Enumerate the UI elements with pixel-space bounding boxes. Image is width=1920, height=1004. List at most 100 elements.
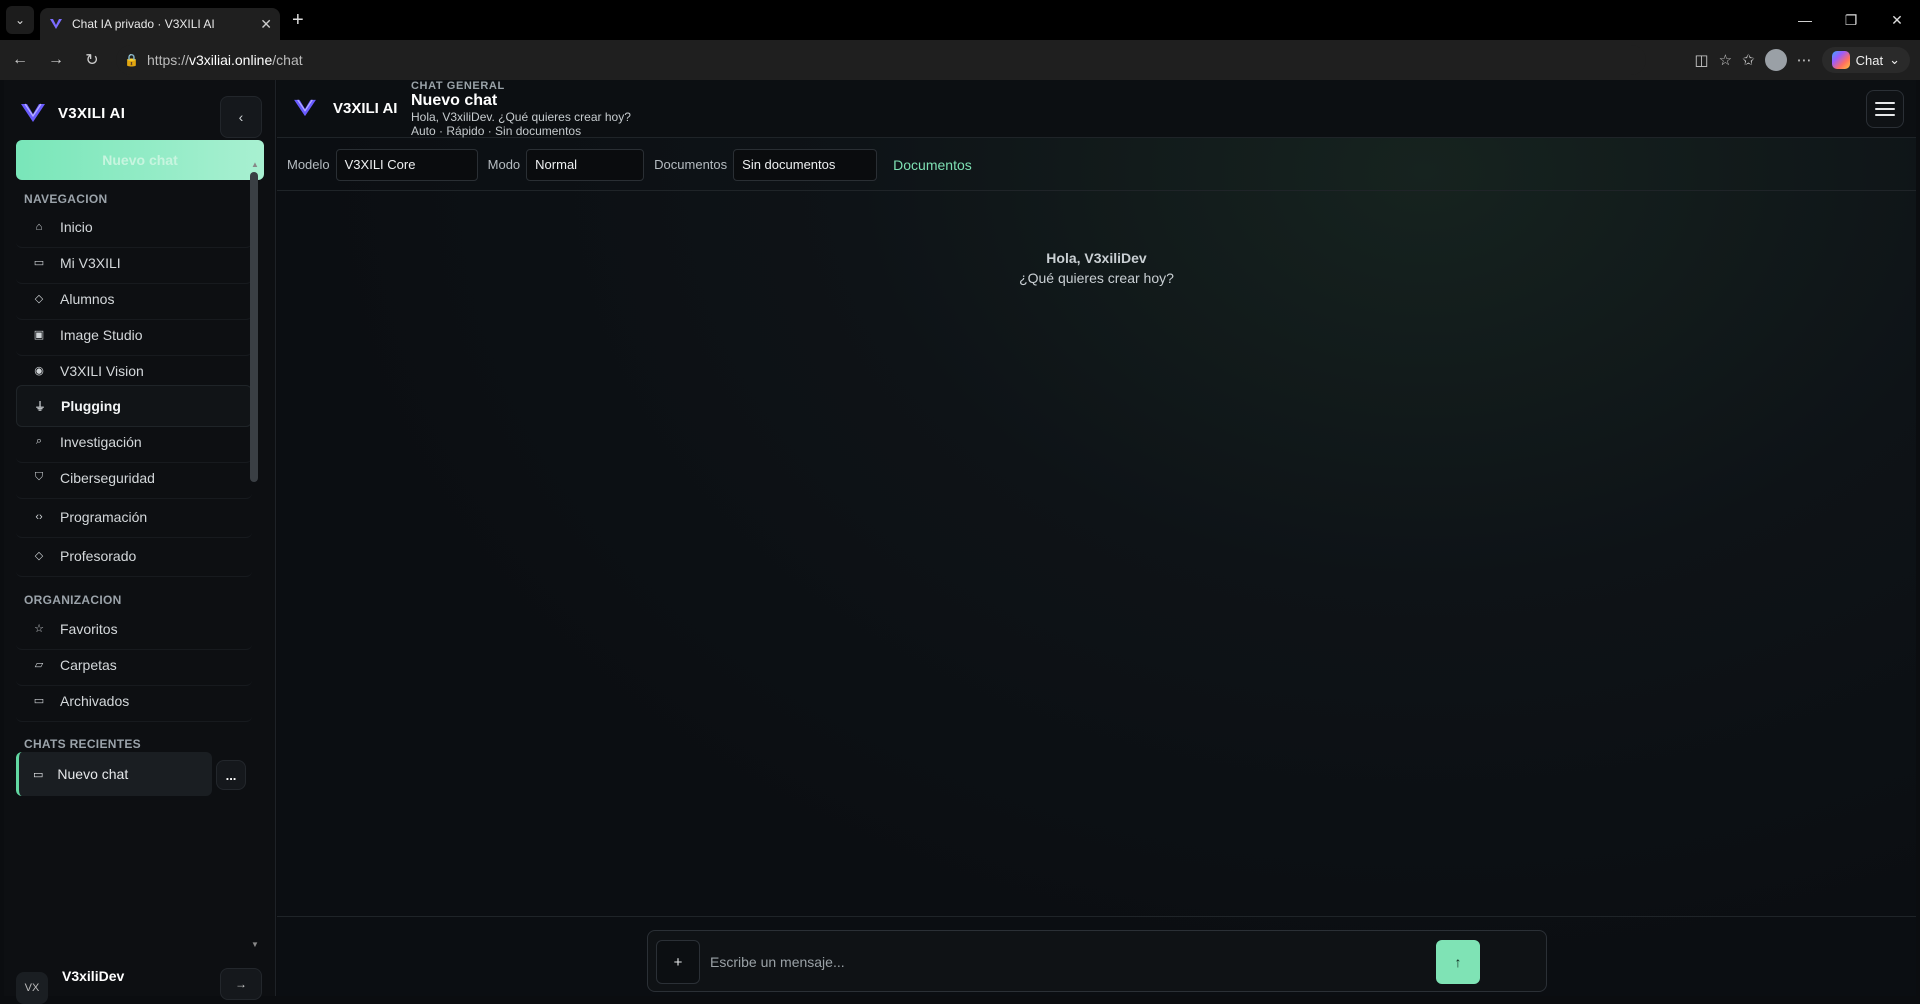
star-icon: ☆ <box>34 623 44 635</box>
sidebar-item-label: V3XILI Vision <box>60 362 144 379</box>
sidebar-item-label: Programación <box>60 508 148 525</box>
restore-icon[interactable]: ❐ <box>1828 0 1874 40</box>
recent-section-title: CHATS RECIENTES <box>24 737 141 751</box>
eye-icon: ◉ <box>34 365 44 377</box>
app-root: V3XILI AI ‹ Nuevo chat NAVEGACION ⌂ Inici… <box>4 80 1916 1004</box>
copilot-icon <box>1831 51 1850 69</box>
user-profile[interactable]: VX V3xiliDev → <box>16 968 266 1004</box>
more-options-icon[interactable]: ⋯ <box>1797 51 1812 69</box>
home-icon: ⌂ <box>35 220 43 233</box>
sidebar: V3XILI AI ‹ Nuevo chat NAVEGACION ⌂ Inici… <box>4 80 276 1004</box>
page-title: Nuevo chat <box>411 92 498 109</box>
close-tab-icon[interactable]: ✕ <box>260 16 272 33</box>
sidebar-item-label: Investigación <box>60 433 142 450</box>
header-kicker: CHAT GENERAL <box>411 80 505 92</box>
sidebar-item-label: Carpetas <box>60 656 117 673</box>
close-window-icon[interactable]: ✕ <box>1874 0 1920 40</box>
recent-chat-item[interactable]: ▭ Nuevo chat <box>16 752 212 796</box>
v3xili-logo-icon <box>294 99 316 117</box>
browser-tab[interactable]: Chat IA privado · V3XILI AI ✕ <box>40 8 280 40</box>
sidebar-item-label: Image Studio <box>60 326 143 343</box>
browser-toolbar: ← → ↻ 🔒 https://v3xiliai.online/chat ◫ ☆… <box>0 40 1920 80</box>
minimize-icon[interactable]: — <box>1782 0 1828 40</box>
search-icon: ⌕ <box>35 435 43 447</box>
header-brand: V3XILI AI <box>333 100 398 117</box>
graduation-cap-icon: ◇ <box>34 293 44 305</box>
sidebar-brand-name: V3XILI AI <box>58 104 126 122</box>
url-prefix: https:// <box>146 52 189 68</box>
split-screen-icon[interactable]: ◫ <box>1694 51 1708 69</box>
chat-controls: Modelo V3XILI Core Modo Normal Documento… <box>277 139 1916 191</box>
header-subtitle: Hola, V3xiliDev. ¿Qué quieres crear hoy? <box>411 110 631 124</box>
recent-chat-label: Nuevo chat <box>57 766 129 782</box>
tab-title: Chat IA privado · V3XILI AI <box>72 17 215 31</box>
shield-icon: ⛉ <box>34 471 44 483</box>
menu-icon[interactable] <box>1866 90 1904 128</box>
sidebar-item-label: Favoritos <box>60 620 118 637</box>
window-controls: — ❐ ✕ <box>1782 0 1920 40</box>
favorite-star-icon[interactable]: ☆ <box>1719 51 1732 69</box>
message-input[interactable] <box>710 941 1410 983</box>
chat-options-button[interactable]: ... <box>216 760 246 790</box>
sidebar-item-programacion[interactable]: ‹› Programación <box>16 496 252 538</box>
chat-icon: ▭ <box>33 768 44 781</box>
chevron-down-icon: ⌄ <box>1889 52 1900 67</box>
folder-icon: ▱ <box>34 659 44 671</box>
org-section-title: ORGANIZACION <box>24 593 122 607</box>
sidebar-item-archivados[interactable]: ▭ Archivados <box>16 680 252 722</box>
profile-avatar[interactable] <box>1764 49 1787 71</box>
site-favicon <box>50 19 62 29</box>
avatar: VX <box>16 972 48 1004</box>
scroll-down-icon[interactable]: ▼ <box>250 940 260 949</box>
address-bar[interactable]: 🔒 https://v3xiliai.online/chat <box>116 45 1646 75</box>
attach-button[interactable]: + <box>656 940 700 984</box>
header-meta: Auto · Rápido · Sin documentos <box>411 124 582 138</box>
collapse-sidebar-button[interactable]: ‹ <box>220 96 262 138</box>
scroll-up-icon[interactable]: ▲ <box>250 160 260 169</box>
sidebar-item-label: Profesorado <box>60 547 137 564</box>
mode-select[interactable]: Normal <box>526 148 645 181</box>
plug-icon: ⏚ <box>34 401 46 413</box>
browser-tabbar: ⌄ Chat IA privado · V3XILI AI ✕ + — ❐ ✕ <box>0 0 1920 40</box>
sidebar-item-ciberseguridad[interactable]: ⛉ Ciberseguridad <box>16 457 252 499</box>
graduation-cap-icon: ◇ <box>34 550 44 562</box>
sidebar-item-label: Alumnos <box>60 290 115 307</box>
image-icon: ▣ <box>33 329 45 341</box>
archive-icon: ▭ <box>33 695 45 707</box>
sidebar-item-label: Ciberseguridad <box>60 469 155 486</box>
documents-select[interactable]: Sin documentos <box>733 148 878 181</box>
favorites-icon[interactable]: ✩ <box>1742 51 1755 69</box>
new-tab-button[interactable]: + <box>292 9 304 32</box>
back-icon[interactable]: ← <box>4 44 36 76</box>
copilot-button[interactable]: Chat ⌄ <box>1821 47 1910 73</box>
nav-section-title: NAVEGACION <box>24 192 108 206</box>
sidebar-scrollbar[interactable] <box>250 172 258 482</box>
message-composer: + ↑ <box>647 930 1547 992</box>
chat-icon: ▭ <box>33 257 45 269</box>
documents-label: Documentos <box>654 157 728 172</box>
user-name: V3xiliDev <box>62 968 125 984</box>
main-chat-area: V3XILI AI CHAT GENERAL Nuevo chat Hola, … <box>277 80 1916 996</box>
v3xili-logo-icon <box>21 103 45 122</box>
send-button[interactable]: ↑ <box>1436 940 1480 984</box>
model-select[interactable]: V3XILI Core <box>335 148 478 181</box>
greeting-line-1: Hola, V3xiliDev <box>1046 250 1147 266</box>
new-chat-button[interactable]: Nuevo chat <box>16 140 264 180</box>
composer-divider <box>277 916 1916 917</box>
chat-header: V3XILI AI CHAT GENERAL Nuevo chat Hola, … <box>277 80 1916 138</box>
header-text: CHAT GENERAL Nuevo chat Hola, V3xiliDev.… <box>411 80 631 138</box>
sidebar-item-profesorado[interactable]: ◇ Profesorado <box>16 535 252 577</box>
sidebar-item-label: Mi V3XILI <box>60 254 121 271</box>
tab-list-button[interactable]: ⌄ <box>6 6 34 34</box>
lock-icon[interactable]: 🔒 <box>124 53 139 67</box>
sidebar-item-label: Inicio <box>60 218 93 235</box>
sidebar-brand[interactable]: V3XILI AI <box>20 102 125 124</box>
url-path: /chat <box>272 52 303 68</box>
reload-icon[interactable]: ↻ <box>76 44 108 76</box>
logout-icon[interactable]: → <box>220 968 262 1000</box>
url-host: v3xiliai.online <box>188 52 273 68</box>
greeting-line-2: ¿Qué quieres crear hoy? <box>1019 270 1174 286</box>
documents-link[interactable]: Documentos <box>893 157 972 173</box>
forward-icon[interactable]: → <box>40 44 72 76</box>
sidebar-item-label: Plugging <box>61 398 121 414</box>
